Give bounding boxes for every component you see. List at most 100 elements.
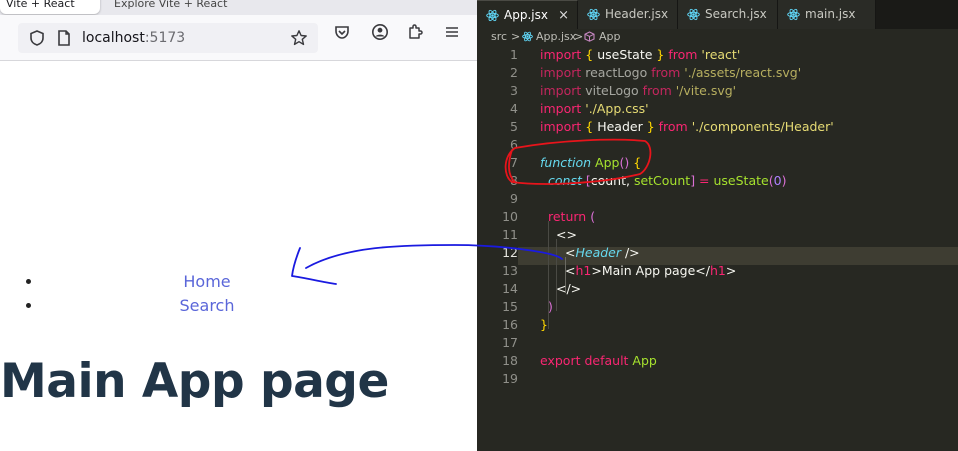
keyword: from [654,119,692,134]
browser-tab-bar: Vite + React Explore Vite + React [0,0,477,15]
close-icon[interactable]: × [558,1,569,30]
page-heading: Main App page [0,354,389,409]
symbol-cube-icon [584,31,595,42]
punctuation: < [565,245,576,260]
keyword: function [540,155,592,170]
identifier: Header [593,119,647,134]
code-line-13: <h1>Main App page</h1> [565,263,736,278]
editor-tab-label: Header.jsx [605,7,669,21]
browser-toolbar: localhost:5173 [0,15,477,61]
editor-tab-label: App.jsx [504,8,548,22]
paren: ( [586,209,596,224]
line-number: 17 [502,335,518,350]
react-icon [486,9,499,22]
string: './components/Header' [691,119,834,134]
editor-tab-header-jsx[interactable]: Header.jsx [578,0,678,29]
code-editor: App.jsx × Header.jsx Search.jsx main.jsx… [477,0,958,451]
browser-tab-2[interactable]: Explore Vite + React [108,0,228,14]
shield-icon[interactable] [28,29,46,47]
identifier: setCount [633,173,691,188]
punctuation: , [626,173,634,188]
keyword: from [638,83,676,98]
code-line-16: } [540,317,548,332]
extensions-icon[interactable] [406,23,424,41]
line-number: 19 [502,371,518,386]
operator: = [695,173,714,188]
paren: ) [548,299,553,314]
punctuation: > [725,263,737,278]
line-number: 15 [502,299,518,314]
breadcrumb-folder[interactable]: src [491,29,507,45]
line-number: 18 [502,353,518,368]
identifier: reactLogo [581,65,648,80]
fragment-tag: <> [556,227,577,242]
keyword: from [664,47,702,62]
nav-link-search[interactable]: Search [0,296,414,315]
url-port: :5173 [144,30,186,46]
hamburger-menu-icon[interactable] [443,23,461,41]
keyword: import [540,119,582,134]
editor-tab-label: main.jsx [805,7,856,21]
keyword: from [647,65,685,80]
keyword: import [540,101,582,116]
identifier: viteLogo [581,83,639,98]
url-host: localhost [82,30,145,46]
fragment-tag: </> [556,281,582,296]
editor-tab-main-jsx[interactable]: main.jsx [778,0,876,29]
editor-tab-bar: App.jsx × Header.jsx Search.jsx main.jsx [477,0,958,29]
line-number: 16 [502,317,518,332]
browser-tab-active[interactable]: Vite + React [0,0,100,14]
punctuation: > [591,263,602,278]
punctuation: < [565,263,576,278]
line-number: 13 [502,263,518,278]
code-line-14: </> [556,281,581,296]
url-text[interactable]: localhost:5173 [82,30,185,46]
keyword: const [548,173,582,188]
address-bar[interactable]: localhost:5173 [18,23,318,53]
line-number: 4 [510,101,518,116]
account-icon[interactable] [371,23,389,41]
line-number: 14 [502,281,518,296]
line-number: 3 [510,83,518,98]
punctuation: /> [621,245,640,260]
keyword: export default [540,353,629,368]
browser-tab-label: Explore Vite + React [114,0,228,10]
editor-tab-search-jsx[interactable]: Search.jsx [678,0,778,29]
code-area[interactable]: 1 2 3 4 5 6 7 8 9 10 11 12 13 14 15 16 17 18 19 import { u… [477,47,958,451]
paren: ) [781,173,787,188]
line-number: 6 [510,137,518,152]
code-line-12: <Header /> [565,245,640,260]
code-line-4: import './App.css' [540,101,649,116]
nav-item-home: Home [0,270,477,294]
breadcrumb-sep: > [574,30,584,43]
nav-link-home[interactable]: Home [0,272,414,291]
nav-item-search: Search [0,294,477,318]
react-icon [522,31,533,42]
brace: { [629,155,642,170]
line-number: 10 [502,209,518,224]
number: 0 [773,173,782,188]
component-tag: Header [575,245,621,260]
breadcrumb-file[interactable]: App.jsx [536,29,576,45]
string: './App.css' [581,101,649,116]
page-viewport: Home Search Main App page [0,62,477,451]
parens: () [619,155,630,170]
string: '/vite.svg' [675,83,737,98]
function-name: App [591,155,620,170]
page-icon[interactable] [56,29,72,47]
brace: { [581,119,594,134]
code-line-11: <> [556,227,577,242]
identifier: count [590,173,626,188]
star-icon[interactable] [290,29,308,47]
breadcrumb-symbol[interactable]: App [599,29,621,45]
editor-tab-app-jsx[interactable]: App.jsx × [477,0,578,29]
code-line-10: return ( [548,209,595,224]
identifier: App [628,353,657,368]
editor-tab-label: Search.jsx [705,7,767,21]
html-tag: h1 [709,263,726,278]
line-number: 1 [510,47,518,62]
function-call: useState [713,173,769,188]
code-line-8: const [count, setCount] = useState(0) [548,173,786,188]
react-icon [687,8,700,21]
pocket-icon[interactable] [333,23,351,41]
